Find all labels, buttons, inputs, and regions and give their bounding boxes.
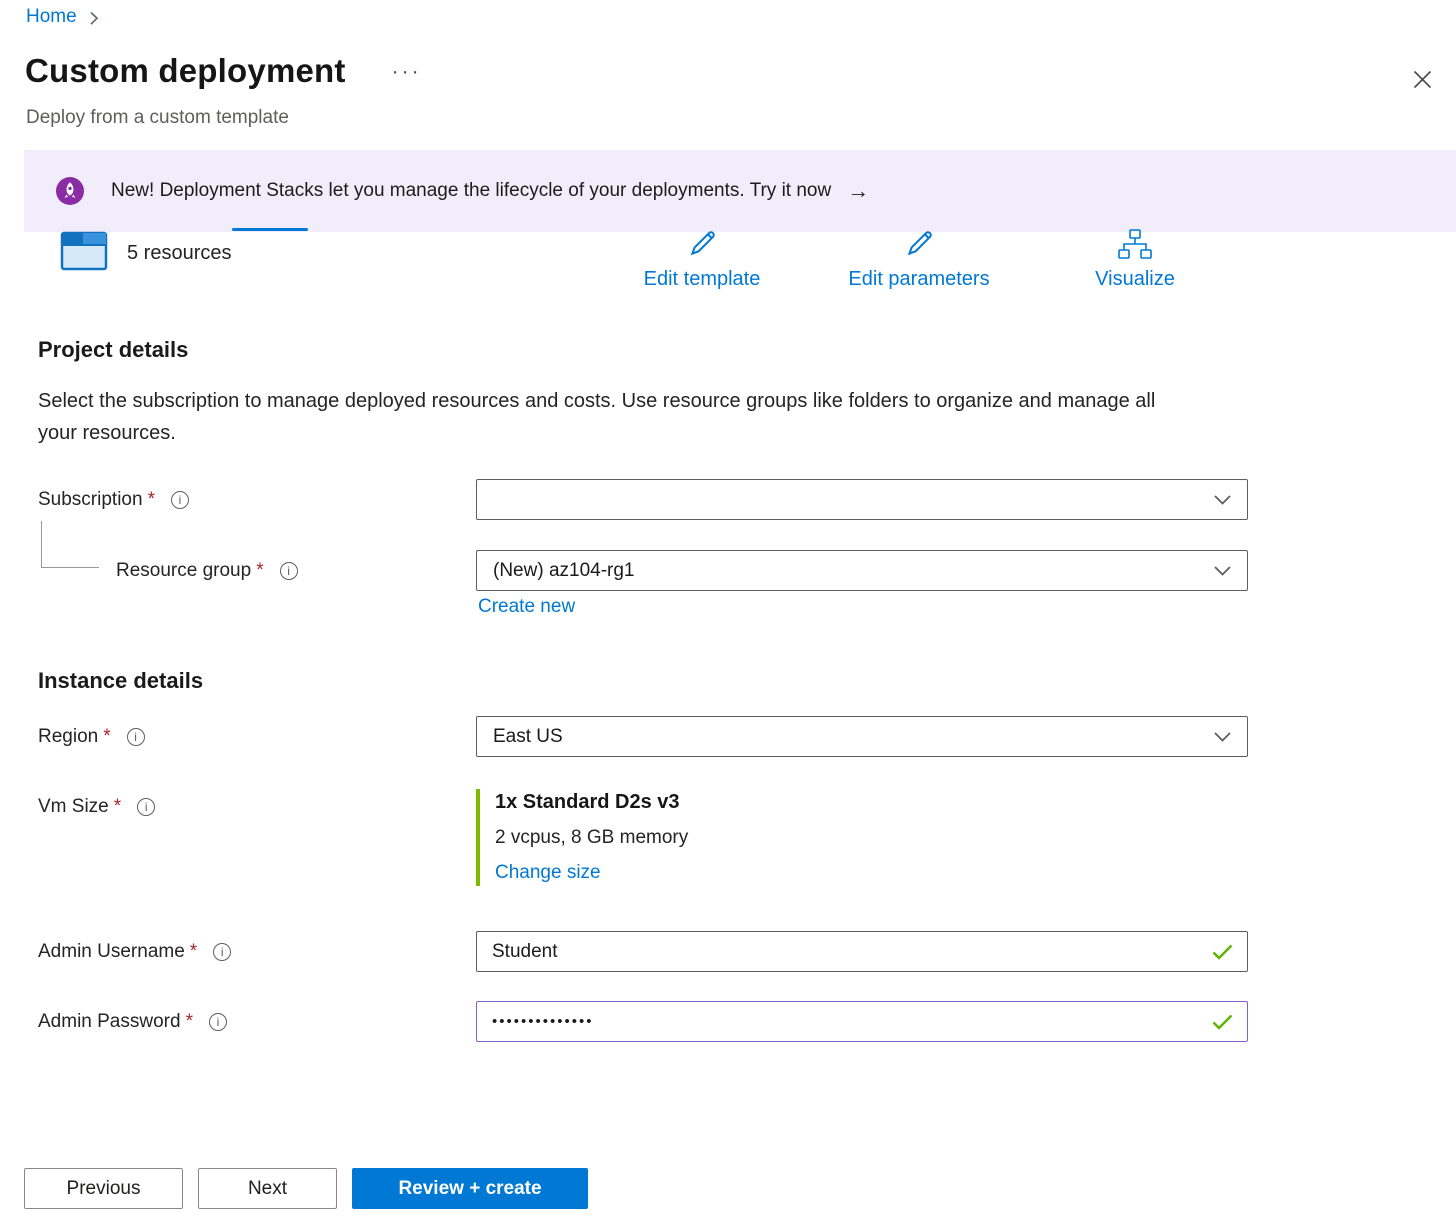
- vm-size-label: Vm Size * i: [38, 786, 155, 827]
- chevron-down-icon: [1214, 732, 1231, 742]
- rocket-icon: [55, 176, 85, 206]
- breadcrumb-home-link[interactable]: Home: [26, 6, 77, 28]
- banner-text: New! Deployment Stacks let you manage th…: [111, 180, 831, 202]
- info-glyph: i: [287, 564, 290, 578]
- next-button[interactable]: Next: [198, 1168, 337, 1209]
- valid-check-icon: [1212, 1014, 1233, 1030]
- admin-password-label-text: Admin Password: [38, 1011, 181, 1033]
- info-glyph: i: [145, 800, 148, 814]
- vm-size-summary: 1x Standard D2s v3 2 vcpus, 8 GB memory …: [476, 789, 688, 886]
- admin-username-label: Admin Username * i: [38, 931, 231, 972]
- info-icon[interactable]: i: [280, 562, 298, 580]
- deployment-stacks-banner[interactable]: New! Deployment Stacks let you manage th…: [24, 150, 1456, 232]
- info-glyph: i: [134, 730, 137, 744]
- resource-group-label: Resource group * i: [116, 550, 298, 591]
- template-icon: [60, 231, 108, 276]
- instance-details-heading: Instance details: [38, 668, 203, 694]
- subscription-label: Subscription * i: [38, 479, 189, 520]
- previous-button[interactable]: Previous: [24, 1168, 183, 1209]
- edit-template-action[interactable]: Edit template: [602, 228, 802, 291]
- region-dropdown[interactable]: East US: [476, 716, 1248, 757]
- required-asterisk: *: [103, 726, 110, 748]
- chevron-down-icon: [1214, 566, 1231, 576]
- vm-size-label-text: Vm Size: [38, 796, 109, 818]
- custom-deployment-page: Home Custom deployment ··· Deploy from a…: [0, 0, 1456, 1219]
- project-details-description: Select the subscription to manage deploy…: [38, 385, 1188, 449]
- admin-password-input[interactable]: [476, 1001, 1248, 1042]
- info-icon[interactable]: i: [171, 491, 189, 509]
- more-options-icon[interactable]: ···: [392, 60, 422, 84]
- visualize-action[interactable]: Visualize: [1035, 228, 1235, 291]
- edit-template-label: Edit template: [644, 268, 761, 291]
- pencil-icon: [685, 228, 719, 265]
- required-asterisk: *: [114, 796, 121, 818]
- visualize-label: Visualize: [1095, 268, 1175, 291]
- close-icon: [1413, 77, 1432, 92]
- info-icon[interactable]: i: [127, 728, 145, 746]
- close-button[interactable]: [1407, 64, 1438, 98]
- arrow-right-icon[interactable]: →: [847, 180, 869, 202]
- label-connector-line: [41, 521, 99, 568]
- vm-size-name: 1x Standard D2s v3: [495, 791, 688, 814]
- info-icon[interactable]: i: [209, 1013, 227, 1031]
- project-details-heading: Project details: [38, 337, 188, 363]
- info-glyph: i: [221, 945, 224, 959]
- pencil-icon: [902, 228, 936, 265]
- admin-username-label-text: Admin Username: [38, 941, 185, 963]
- resource-group-dropdown[interactable]: (New) az104-rg1: [476, 550, 1248, 591]
- page-title: Custom deployment: [25, 52, 346, 90]
- vm-size-specs: 2 vcpus, 8 GB memory: [495, 827, 688, 849]
- admin-username-field: [476, 931, 1248, 972]
- edit-parameters-label: Edit parameters: [848, 268, 989, 291]
- required-asterisk: *: [190, 941, 197, 963]
- valid-check-icon: [1212, 944, 1233, 960]
- chevron-right-icon: [89, 11, 99, 26]
- review-create-button[interactable]: Review + create: [352, 1168, 588, 1209]
- info-icon[interactable]: i: [213, 943, 231, 961]
- chevron-down-icon: [1214, 495, 1231, 505]
- subscription-label-text: Subscription: [38, 489, 143, 511]
- admin-password-label: Admin Password * i: [38, 1001, 227, 1042]
- region-label-text: Region: [38, 726, 98, 748]
- required-asterisk: *: [186, 1011, 193, 1033]
- resource-group-value: (New) az104-rg1: [493, 560, 635, 582]
- visualize-icon: [1117, 228, 1153, 265]
- required-asterisk: *: [148, 489, 155, 511]
- breadcrumb: Home: [26, 6, 99, 28]
- subscription-dropdown[interactable]: [476, 479, 1248, 520]
- edit-parameters-action[interactable]: Edit parameters: [819, 228, 1019, 291]
- page-header: Custom deployment ···: [25, 52, 422, 90]
- info-glyph: i: [217, 1015, 220, 1029]
- create-new-link[interactable]: Create new: [478, 596, 575, 618]
- page-subtitle: Deploy from a custom template: [26, 107, 289, 129]
- clipped-link-fragment: [232, 228, 308, 231]
- info-glyph: i: [179, 493, 182, 507]
- resource-count: 5 resources: [127, 242, 232, 265]
- admin-password-field: [476, 1001, 1248, 1042]
- region-label: Region * i: [38, 716, 145, 757]
- info-icon[interactable]: i: [137, 798, 155, 816]
- required-asterisk: *: [256, 560, 263, 582]
- region-value: East US: [493, 726, 563, 748]
- resource-group-label-text: Resource group: [116, 560, 251, 582]
- admin-username-input[interactable]: [476, 931, 1248, 972]
- change-size-link[interactable]: Change size: [495, 862, 601, 883]
